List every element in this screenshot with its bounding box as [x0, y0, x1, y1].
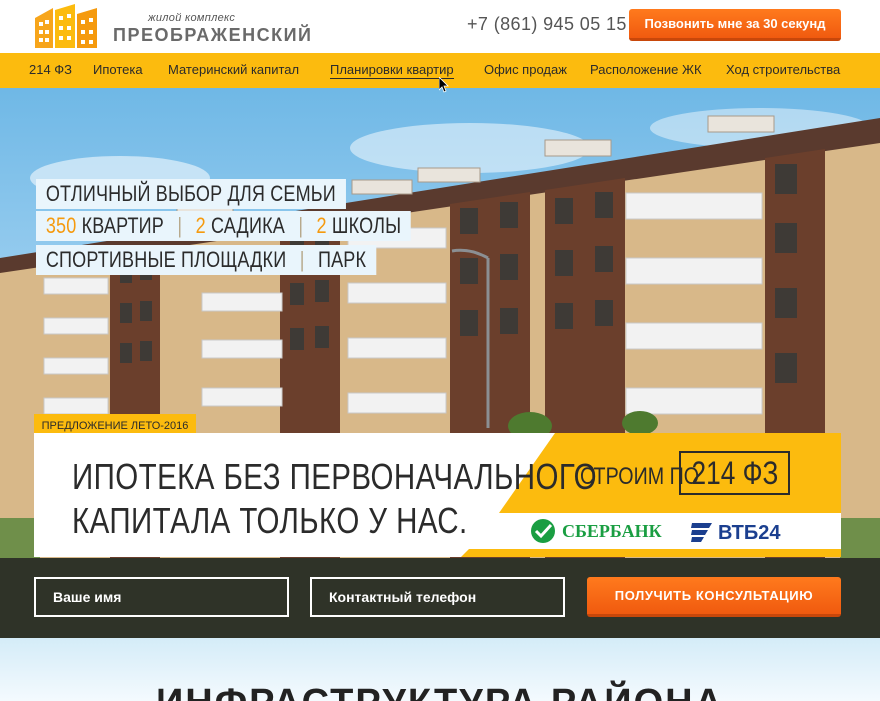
- phone-number[interactable]: +7 (861) 945 05 15: [467, 14, 627, 35]
- build-law-text: 214 ФЗ: [691, 455, 778, 491]
- nav-item-mortgage[interactable]: Ипотека: [93, 62, 143, 77]
- vtb24-logo-text: ВТБ24: [718, 522, 781, 544]
- stat-kindergartens-number: 2: [195, 213, 206, 238]
- name-input[interactable]: Ваше имя: [34, 577, 289, 617]
- site-header: жилой комплекс ПРЕОБРАЖЕНСКИЙ +7 (861) 9…: [0, 0, 880, 53]
- stat-schools-label: ШКОЛЫ: [331, 213, 402, 238]
- stat-apartments-number: 350: [45, 213, 77, 238]
- vtb24-logo[interactable]: ВТБ24: [690, 517, 810, 545]
- sberbank-logo[interactable]: СБЕРБАНК: [528, 516, 678, 546]
- logo[interactable]: жилой комплекс ПРЕОБРАЖЕНСКИЙ: [33, 4, 311, 50]
- hero-tagline: ОТЛИЧНЫЙ ВЫБОР ДЛЯ СЕМЬИ: [36, 179, 346, 209]
- logo-subtitle: жилой комплекс: [148, 12, 236, 24]
- offer-panel: ИПОТЕКА БЕЗ ПЕРВОНАЧАЛЬНОГО КАПИТАЛА ТОЛ…: [34, 433, 841, 557]
- infrastructure-section: ИНФРАСТРУКТУРА РАЙОНА: [0, 638, 880, 701]
- stat-schools-number: 2: [316, 213, 327, 238]
- nav-item-location[interactable]: Расположение ЖК: [590, 62, 702, 77]
- nav-item-maternity-capital[interactable]: Материнский капитал: [168, 62, 299, 77]
- logo-building-icon: [35, 4, 97, 48]
- section-title: ИНФРАСТРУКТУРА РАЙОНА: [0, 682, 880, 701]
- hero-tagline-text: ОТЛИЧНЫЙ ВЫБОР ДЛЯ СЕМЬИ: [45, 181, 336, 206]
- offer-stripe: [461, 549, 841, 557]
- nav-item-layouts[interactable]: Планировки квартир: [330, 62, 454, 79]
- consultation-form: Ваше имя Контактный телефон ПОЛУЧИТЬ КОН…: [0, 558, 880, 638]
- mouse-cursor-icon: [439, 77, 449, 93]
- offer-title-line1: ИПОТЕКА БЕЗ ПЕРВОНАЧАЛЬНОГО: [72, 456, 598, 497]
- nav-item-214fz[interactable]: 214 ФЗ: [29, 62, 72, 77]
- feature-park: ПАРК: [317, 247, 367, 272]
- callback-button[interactable]: Позвонить мне за 30 секунд: [629, 9, 841, 41]
- sberbank-logo-text: СБЕРБАНК: [562, 521, 662, 541]
- stat-divider: |: [298, 213, 304, 238]
- offer-title: ИПОТЕКА БЕЗ ПЕРВОНАЧАЛЬНОГО КАПИТАЛА ТОЛ…: [72, 455, 597, 543]
- feature-sports-grounds: СПОРТИВНЫЕ ПЛОЩАДКИ: [45, 247, 287, 272]
- hero-features: СПОРТИВНЫЕ ПЛОЩАДКИ | ПАРК: [36, 245, 376, 275]
- build-law-box: 214 ФЗ: [679, 451, 790, 495]
- feature-divider: |: [299, 247, 305, 272]
- stat-apartments-label: КВАРТИР: [81, 213, 164, 238]
- nav-item-sales-office[interactable]: Офис продаж: [484, 62, 567, 77]
- nav-item-construction[interactable]: Ход строительства: [726, 62, 840, 77]
- hero-stats: 350 КВАРТИР | 2 САДИКА | 2 ШКОЛЫ: [36, 211, 412, 241]
- offer-title-line2: КАПИТАЛА ТОЛЬКО У НАС.: [72, 500, 468, 541]
- stat-kindergartens-label: САДИКА: [210, 213, 285, 238]
- phone-input[interactable]: Контактный телефон: [310, 577, 565, 617]
- sberbank-logo-icon: [531, 519, 555, 543]
- get-consultation-button[interactable]: ПОЛУЧИТЬ КОНСУЛЬТАЦИЮ: [587, 577, 841, 617]
- stat-divider: |: [177, 213, 183, 238]
- logo-title: ПРЕОБРАЖЕНСКИЙ: [113, 25, 313, 45]
- vtb24-logo-icon: [691, 523, 712, 542]
